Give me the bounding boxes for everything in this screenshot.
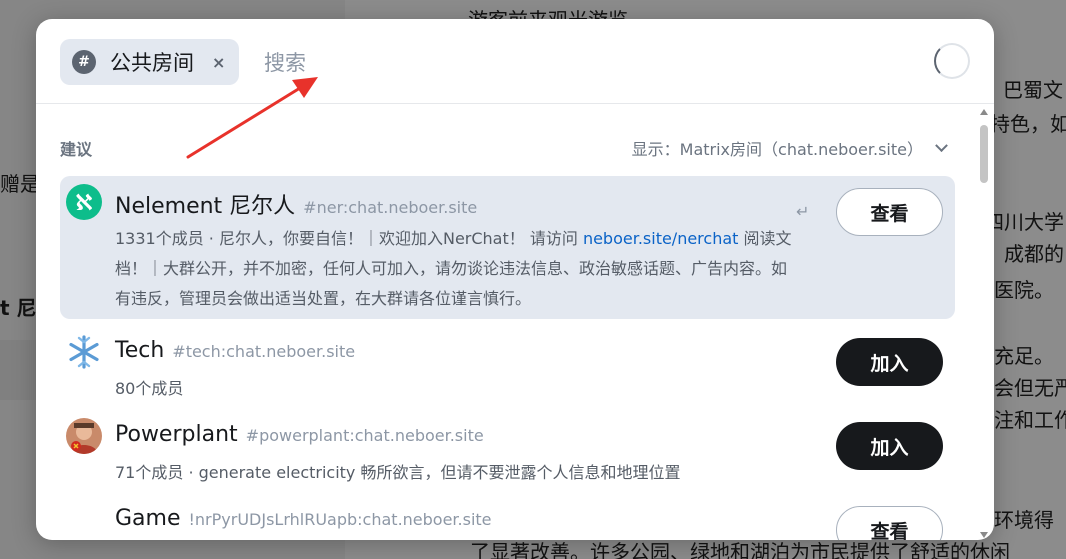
scroll-up-arrow-icon[interactable] xyxy=(980,109,988,115)
filter-chip-public-rooms: # 公共房间 × xyxy=(60,39,240,85)
enter-key-icon: ↵ xyxy=(796,202,810,221)
room-avatar: ℵ xyxy=(66,184,102,220)
loading-spinner-icon xyxy=(934,43,970,79)
search-input[interactable] xyxy=(264,43,904,83)
room-description: 1331个成员 · 尼尔人，你要自信！｜欢迎加入NerChat！ 请访问 neb… xyxy=(115,224,795,314)
list-item[interactable]: Powerplant #powerplant:chat.neboer.site 7… xyxy=(60,410,955,482)
room-name-text: Nelement 尼尔人 xyxy=(115,194,296,219)
room-name-text: Tech xyxy=(115,338,165,363)
spotlight-dialog: # 公共房间 × 建议 显示：Matrix房间（chat.neboer.site… xyxy=(36,19,994,540)
view-button[interactable]: 查看 xyxy=(836,506,943,540)
server-filter-dropdown[interactable]: 显示：Matrix房间（chat.neboer.site） xyxy=(631,136,948,160)
room-name: Powerplant #powerplant:chat.neboer.site xyxy=(115,422,484,447)
server-filter-label: 显示：Matrix房间（chat.neboer.site） xyxy=(631,140,923,159)
filter-chip-label: 公共房间 xyxy=(110,51,194,75)
aleph-glyph: ℵ xyxy=(75,191,92,216)
room-name-text: Powerplant xyxy=(115,422,238,447)
room-name: Tech #tech:chat.neboer.site xyxy=(115,338,355,363)
search-bar: # 公共房间 × xyxy=(36,19,994,104)
aleph-icon: ℵ xyxy=(75,191,92,216)
snowflake-icon xyxy=(69,335,99,369)
room-alias: !nrPyrUDJsLrhlRUapb:chat.neboer.site xyxy=(188,510,492,529)
room-name: Nelement 尼尔人 #ner:chat.neboer.site xyxy=(115,188,477,220)
view-button[interactable]: 查看 xyxy=(836,188,943,236)
list-item[interactable]: Tech #tech:chat.neboer.site 80个成员 加入 xyxy=(60,326,955,398)
room-alias: #ner:chat.neboer.site xyxy=(303,198,478,217)
remove-filter-icon[interactable]: × xyxy=(212,53,225,72)
hash-icon: # xyxy=(72,50,96,74)
chevron-down-icon xyxy=(935,138,948,152)
room-description: 80个成员 xyxy=(115,379,184,398)
section-header-suggestions: 建议 xyxy=(60,140,93,159)
room-avatar xyxy=(66,334,102,370)
room-name: Game !nrPyrUDJsLrhlRUapb:chat.neboer.site xyxy=(115,506,492,531)
profile-photo-icon xyxy=(66,418,102,454)
room-alias: #tech:chat.neboer.site xyxy=(172,342,356,361)
scrollbar-thumb[interactable] xyxy=(980,125,988,183)
room-name-text: Game xyxy=(115,506,181,531)
room-description: 71个成员 · generate electricity 畅所欲言，但请不要泄露… xyxy=(115,463,681,482)
room-description-text: 1331个成员 · 尼尔人，你要自信！｜欢迎加入NerChat！ 请访问 xyxy=(115,229,583,248)
join-button[interactable]: 加入 xyxy=(836,338,943,386)
scroll-down-arrow-icon[interactable] xyxy=(980,532,988,538)
scrollbar[interactable] xyxy=(978,107,990,540)
list-item[interactable]: ℵ Nelement 尼尔人 #ner:chat.neboer.site 1331… xyxy=(60,176,955,319)
list-item[interactable]: Game !nrPyrUDJsLrhlRUapb:chat.neboer.site… xyxy=(60,494,955,540)
room-alias: #powerplant:chat.neboer.site xyxy=(245,426,484,445)
room-avatar xyxy=(66,502,102,538)
description-link[interactable]: neboer.site/nerchat xyxy=(583,229,738,248)
join-button[interactable]: 加入 xyxy=(836,422,943,470)
room-avatar xyxy=(66,418,102,454)
